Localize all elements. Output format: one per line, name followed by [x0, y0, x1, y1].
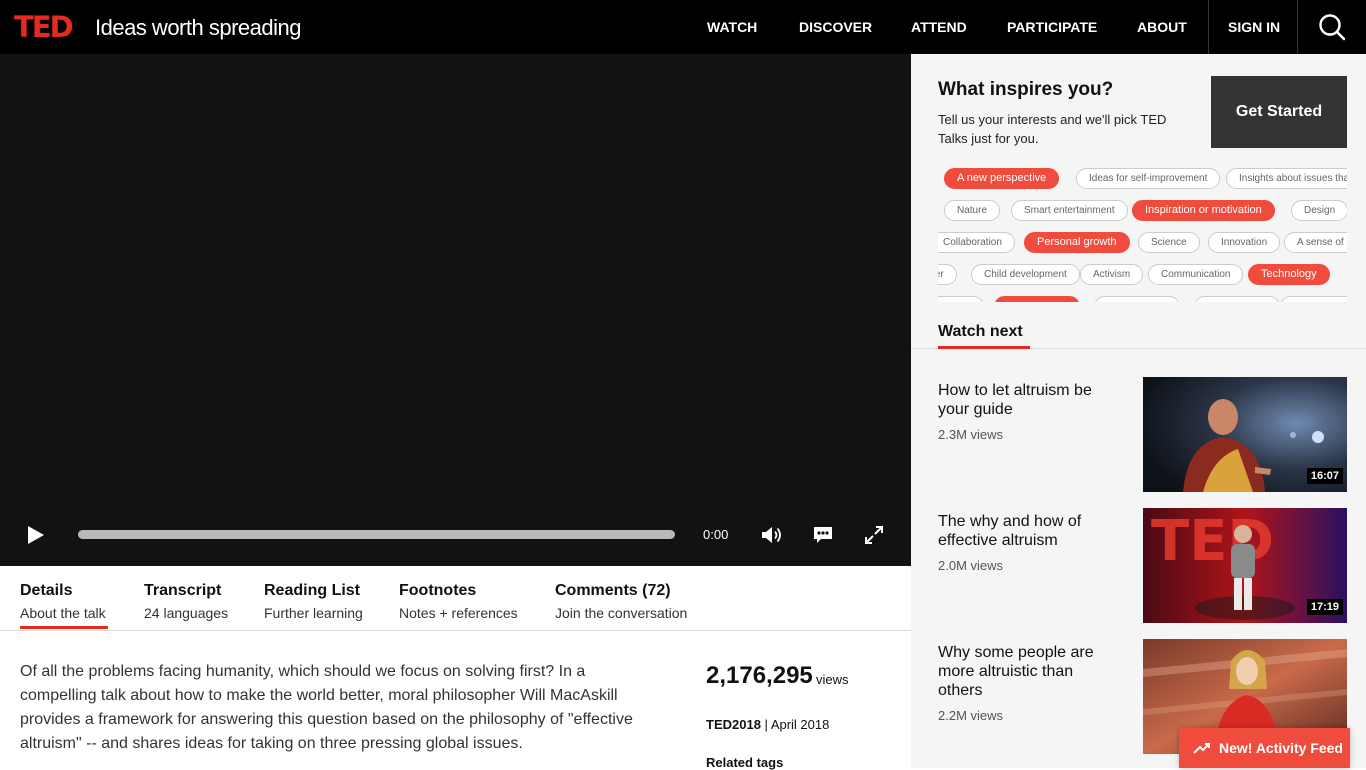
interest-tag[interactable]: Child development	[971, 264, 1080, 285]
nav-about[interactable]: ABOUT	[1137, 0, 1187, 54]
interest-tag[interactable]: Design	[1291, 200, 1347, 221]
interest-tag[interactable]: A sense of h	[1284, 232, 1347, 253]
active-section-indicator	[938, 346, 1030, 349]
tab-subtitle: Join the conversation	[555, 605, 688, 621]
interest-tag[interactable]: Technology	[1248, 264, 1330, 285]
captions-icon[interactable]	[812, 525, 834, 545]
activity-feed-label: New! Activity Feed	[1219, 740, 1343, 756]
interest-tag-partial[interactable]	[1280, 296, 1347, 302]
interest-tag[interactable]: Activism	[1080, 264, 1144, 285]
tab-title: Transcript	[144, 582, 222, 599]
activity-feed-button[interactable]: New! Activity Feed	[1179, 728, 1350, 768]
nav-watch[interactable]: WATCH	[707, 0, 757, 54]
video-thumbnail[interactable]: TED 17:19	[1143, 508, 1347, 623]
interest-tag[interactable]: Smart entertainment	[1011, 200, 1128, 221]
search-icon	[1319, 14, 1346, 41]
tab-reading-list[interactable]: Reading List Further learning	[264, 582, 363, 621]
tab-title: Comments (72)	[555, 582, 671, 599]
current-time: 0:00	[703, 527, 729, 542]
talk-description: Of all the problems facing humanity, whi…	[20, 663, 633, 752]
views-label: views	[816, 672, 849, 687]
video-duration: 17:19	[1306, 599, 1343, 615]
interest-tag[interactable]: Personal growth	[1024, 232, 1130, 253]
nav-attend[interactable]: ATTEND	[911, 0, 967, 54]
video-views: 2.3M views	[938, 427, 1004, 442]
interest-tags: A new perspective Ideas for self-improve…	[938, 162, 1347, 302]
view-count: 2,176,295	[706, 662, 813, 689]
sidebar: What inspires you? Tell us your interest…	[911, 54, 1366, 768]
talk-tabs: Details About the talk Transcript 24 lan…	[0, 566, 911, 631]
interest-tag[interactable]: cter	[938, 264, 957, 285]
interest-tag[interactable]: Nature	[944, 200, 1001, 221]
watch-next-item[interactable]: How to let altruism be your guide 2.3M v…	[938, 377, 1347, 492]
interest-tag[interactable]: Insights about issues tha	[1226, 168, 1347, 189]
nav-divider	[1208, 0, 1209, 54]
play-icon[interactable]	[27, 525, 45, 545]
tab-title: Reading List	[264, 582, 361, 599]
video-thumbnail[interactable]: 16:07	[1143, 377, 1347, 492]
tab-subtitle: Notes + references	[399, 605, 518, 621]
video-player[interactable]: 0:00	[0, 54, 911, 566]
tab-comments[interactable]: Comments (72) Join the conversation	[555, 582, 687, 621]
site-tagline: Ideas worth spreading	[95, 15, 301, 40]
interest-tag-partial[interactable]	[1094, 296, 1180, 302]
tab-title: Footnotes	[399, 582, 477, 599]
sign-in-link[interactable]: SIGN IN	[1228, 0, 1280, 54]
video-title[interactable]: How to let altruism be your guide	[938, 381, 1118, 419]
video-progress-bar[interactable]	[78, 530, 675, 539]
fullscreen-icon[interactable]	[864, 525, 884, 545]
watch-next-item[interactable]: The why and how of effective altruism 2.…	[938, 508, 1347, 623]
interest-tag[interactable]: Collaboration	[938, 232, 1015, 253]
ted-logo[interactable]: TED	[14, 10, 74, 44]
tab-title: Details	[20, 582, 73, 599]
interest-tag[interactable]: Communication	[1148, 264, 1244, 285]
top-navigation-bar: TED Ideas worth spreading WATCH DISCOVER…	[0, 0, 1366, 54]
event-date: April 2018	[770, 717, 830, 732]
interest-tag[interactable]: Innovation	[1208, 232, 1281, 253]
interest-tag[interactable]: A new perspective	[944, 168, 1060, 189]
video-views: 2.0M views	[938, 558, 1004, 573]
interest-tag[interactable]: Inspiration or motivation	[1132, 200, 1275, 221]
event-name[interactable]: TED2018	[706, 717, 761, 732]
tab-footnotes[interactable]: Footnotes Notes + references	[399, 582, 518, 621]
tab-subtitle: About the talk	[20, 605, 106, 621]
inspire-title: What inspires you?	[938, 79, 1114, 100]
svg-text:TED: TED	[1151, 509, 1274, 574]
tab-transcript[interactable]: Transcript 24 languages	[144, 582, 228, 621]
video-title[interactable]: The why and how of effective altruism	[938, 512, 1118, 550]
interest-tag[interactable]: Ideas for self-improvement	[1076, 168, 1221, 189]
video-title[interactable]: Why some people are more altruistic than…	[938, 643, 1118, 700]
active-tab-indicator	[20, 626, 108, 629]
nav-participate[interactable]: PARTICIPATE	[1007, 0, 1097, 54]
search-button[interactable]	[1298, 0, 1366, 54]
get-started-button[interactable]: Get Started	[1211, 76, 1347, 148]
video-views: 2.2M views	[938, 708, 1004, 723]
event-info: TED2018 | April 2018	[706, 717, 830, 732]
trending-icon	[1193, 743, 1210, 754]
video-duration: 16:07	[1306, 468, 1343, 484]
nav-discover[interactable]: DISCOVER	[799, 0, 872, 54]
tab-subtitle: Further learning	[264, 605, 363, 621]
watch-next-heading[interactable]: Watch next	[938, 323, 1023, 341]
interest-tag-partial[interactable]	[994, 296, 1080, 302]
interest-tag-partial[interactable]	[1194, 296, 1280, 302]
interest-tag-partial[interactable]	[938, 296, 984, 302]
interest-tag[interactable]: Science	[1138, 232, 1200, 253]
tab-details[interactable]: Details About the talk	[20, 582, 106, 621]
volume-icon[interactable]	[761, 525, 783, 545]
tab-subtitle: 24 languages	[144, 605, 229, 621]
inspire-subtitle: Tell us your interests and we'll pick TE…	[938, 112, 1167, 146]
